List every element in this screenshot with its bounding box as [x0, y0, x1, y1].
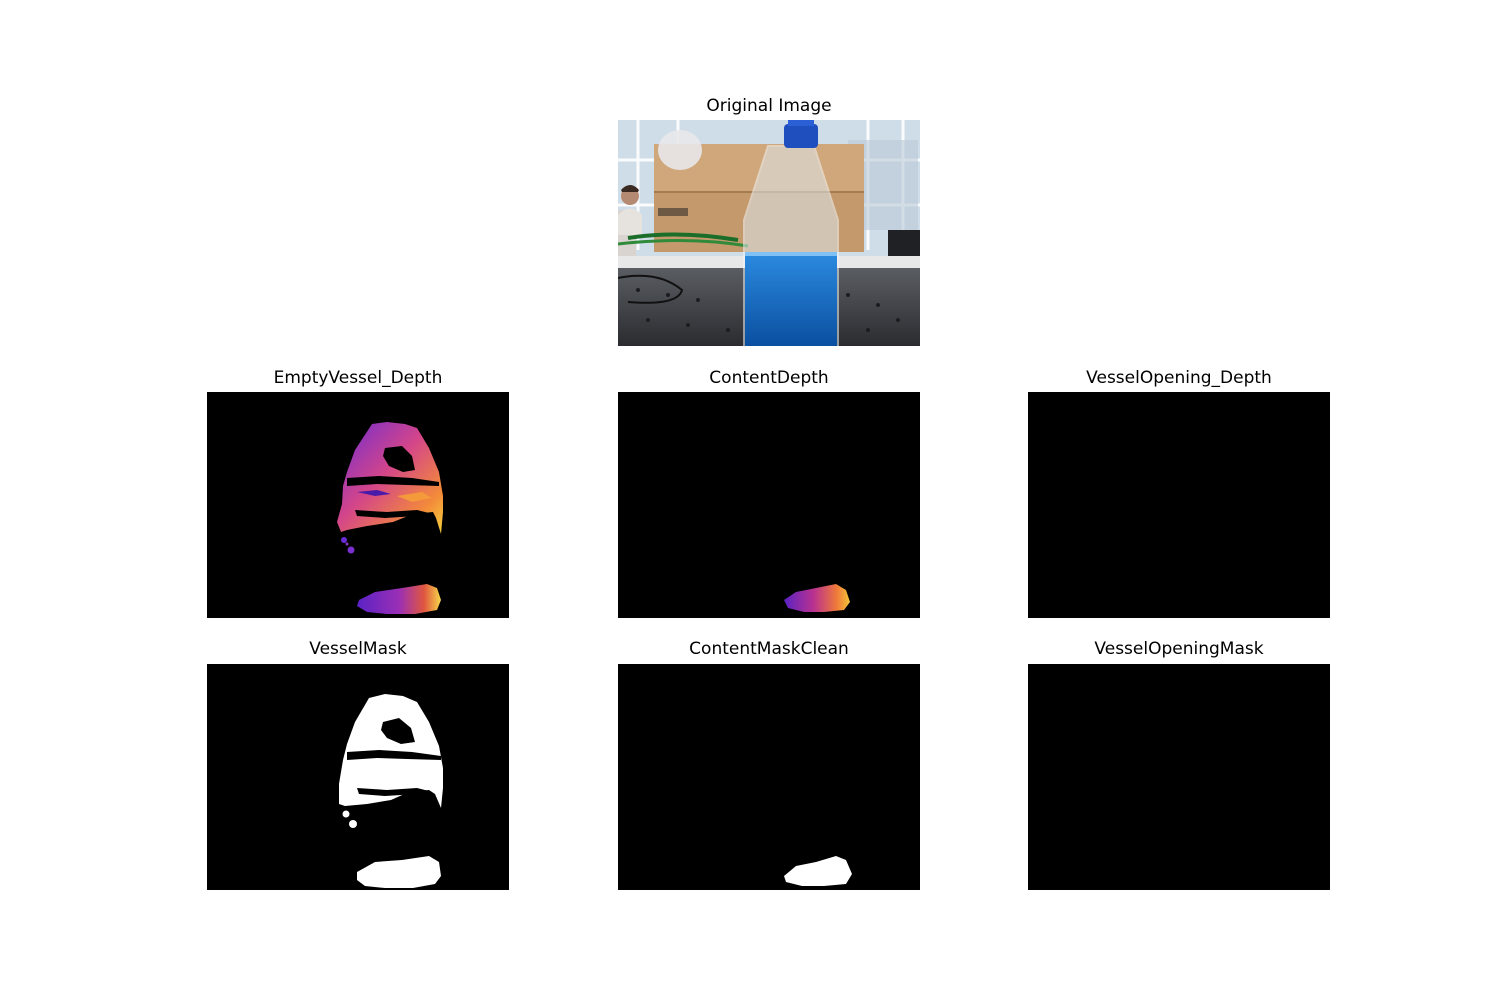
original-photo-svg [618, 120, 920, 346]
empty-vessel-depth-image [207, 392, 509, 618]
content-mask-clean-image [618, 664, 920, 890]
vessel-opening-depth-image [1028, 392, 1330, 618]
original-image-photo [618, 120, 920, 346]
content-depth-image [618, 392, 920, 618]
panel-title-vessel-mask: VesselMask [309, 639, 407, 659]
panel-title-vessel-opening-depth: VesselOpening_Depth [1086, 368, 1272, 388]
content-depth-svg [618, 392, 920, 618]
panel-title-content-mask-clean: ContentMaskClean [689, 639, 849, 659]
vessel-opening-mask-image [1028, 664, 1330, 890]
panel-title-vessel-opening-mask: VesselOpeningMask [1094, 639, 1264, 659]
vessel-mask-svg [207, 664, 509, 890]
panel-title-empty-vessel-depth: EmptyVessel_Depth [273, 368, 443, 388]
empty-vessel-depth-svg [207, 392, 509, 618]
panel-title-content-depth: ContentDepth [709, 368, 829, 388]
panel-title-original: Original Image [706, 96, 832, 116]
vessel-mask-image [207, 664, 509, 890]
content-mask-clean-svg [618, 664, 920, 890]
